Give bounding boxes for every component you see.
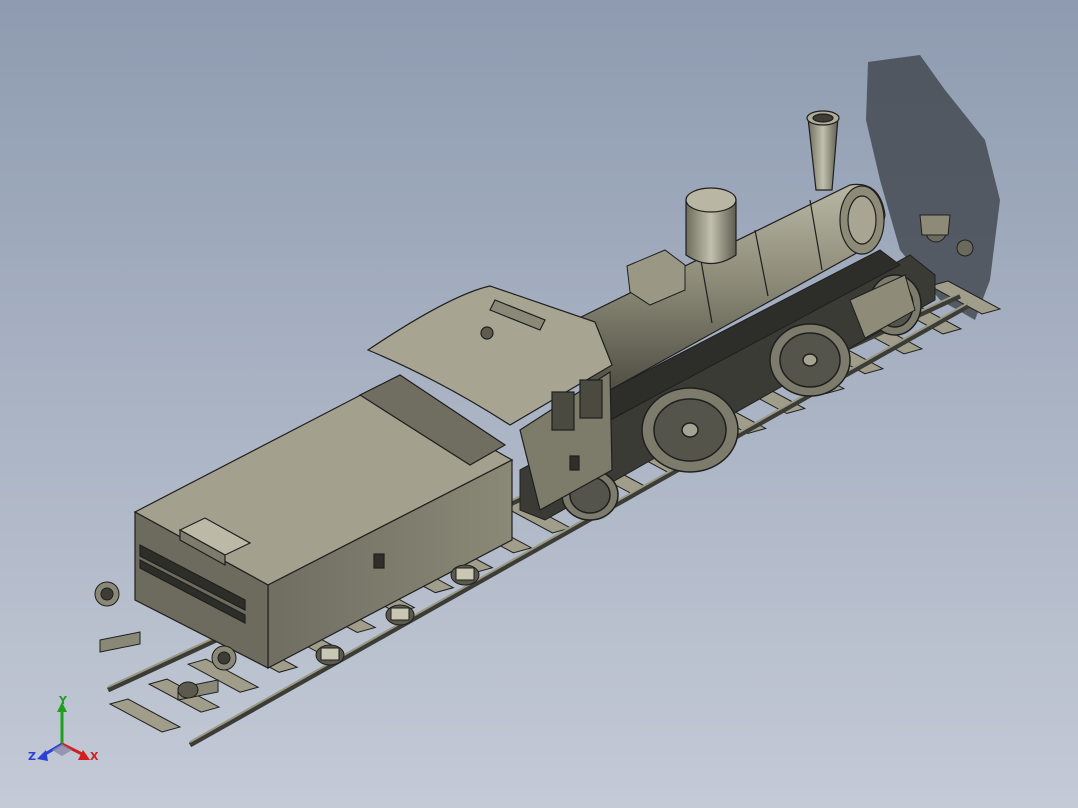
x-axis-label: X (90, 750, 99, 763)
y-axis-label: Y (59, 694, 67, 707)
z-axis-label: Z (28, 750, 36, 763)
graphics-viewport[interactable]: Y X Z (0, 0, 1078, 808)
model-scene[interactable] (0, 0, 1078, 808)
sleeper (108, 698, 182, 733)
triad-base (52, 744, 72, 756)
steam-dome (685, 187, 737, 265)
coordinate-triad: Y X Z (26, 694, 106, 774)
chimney (806, 110, 840, 191)
